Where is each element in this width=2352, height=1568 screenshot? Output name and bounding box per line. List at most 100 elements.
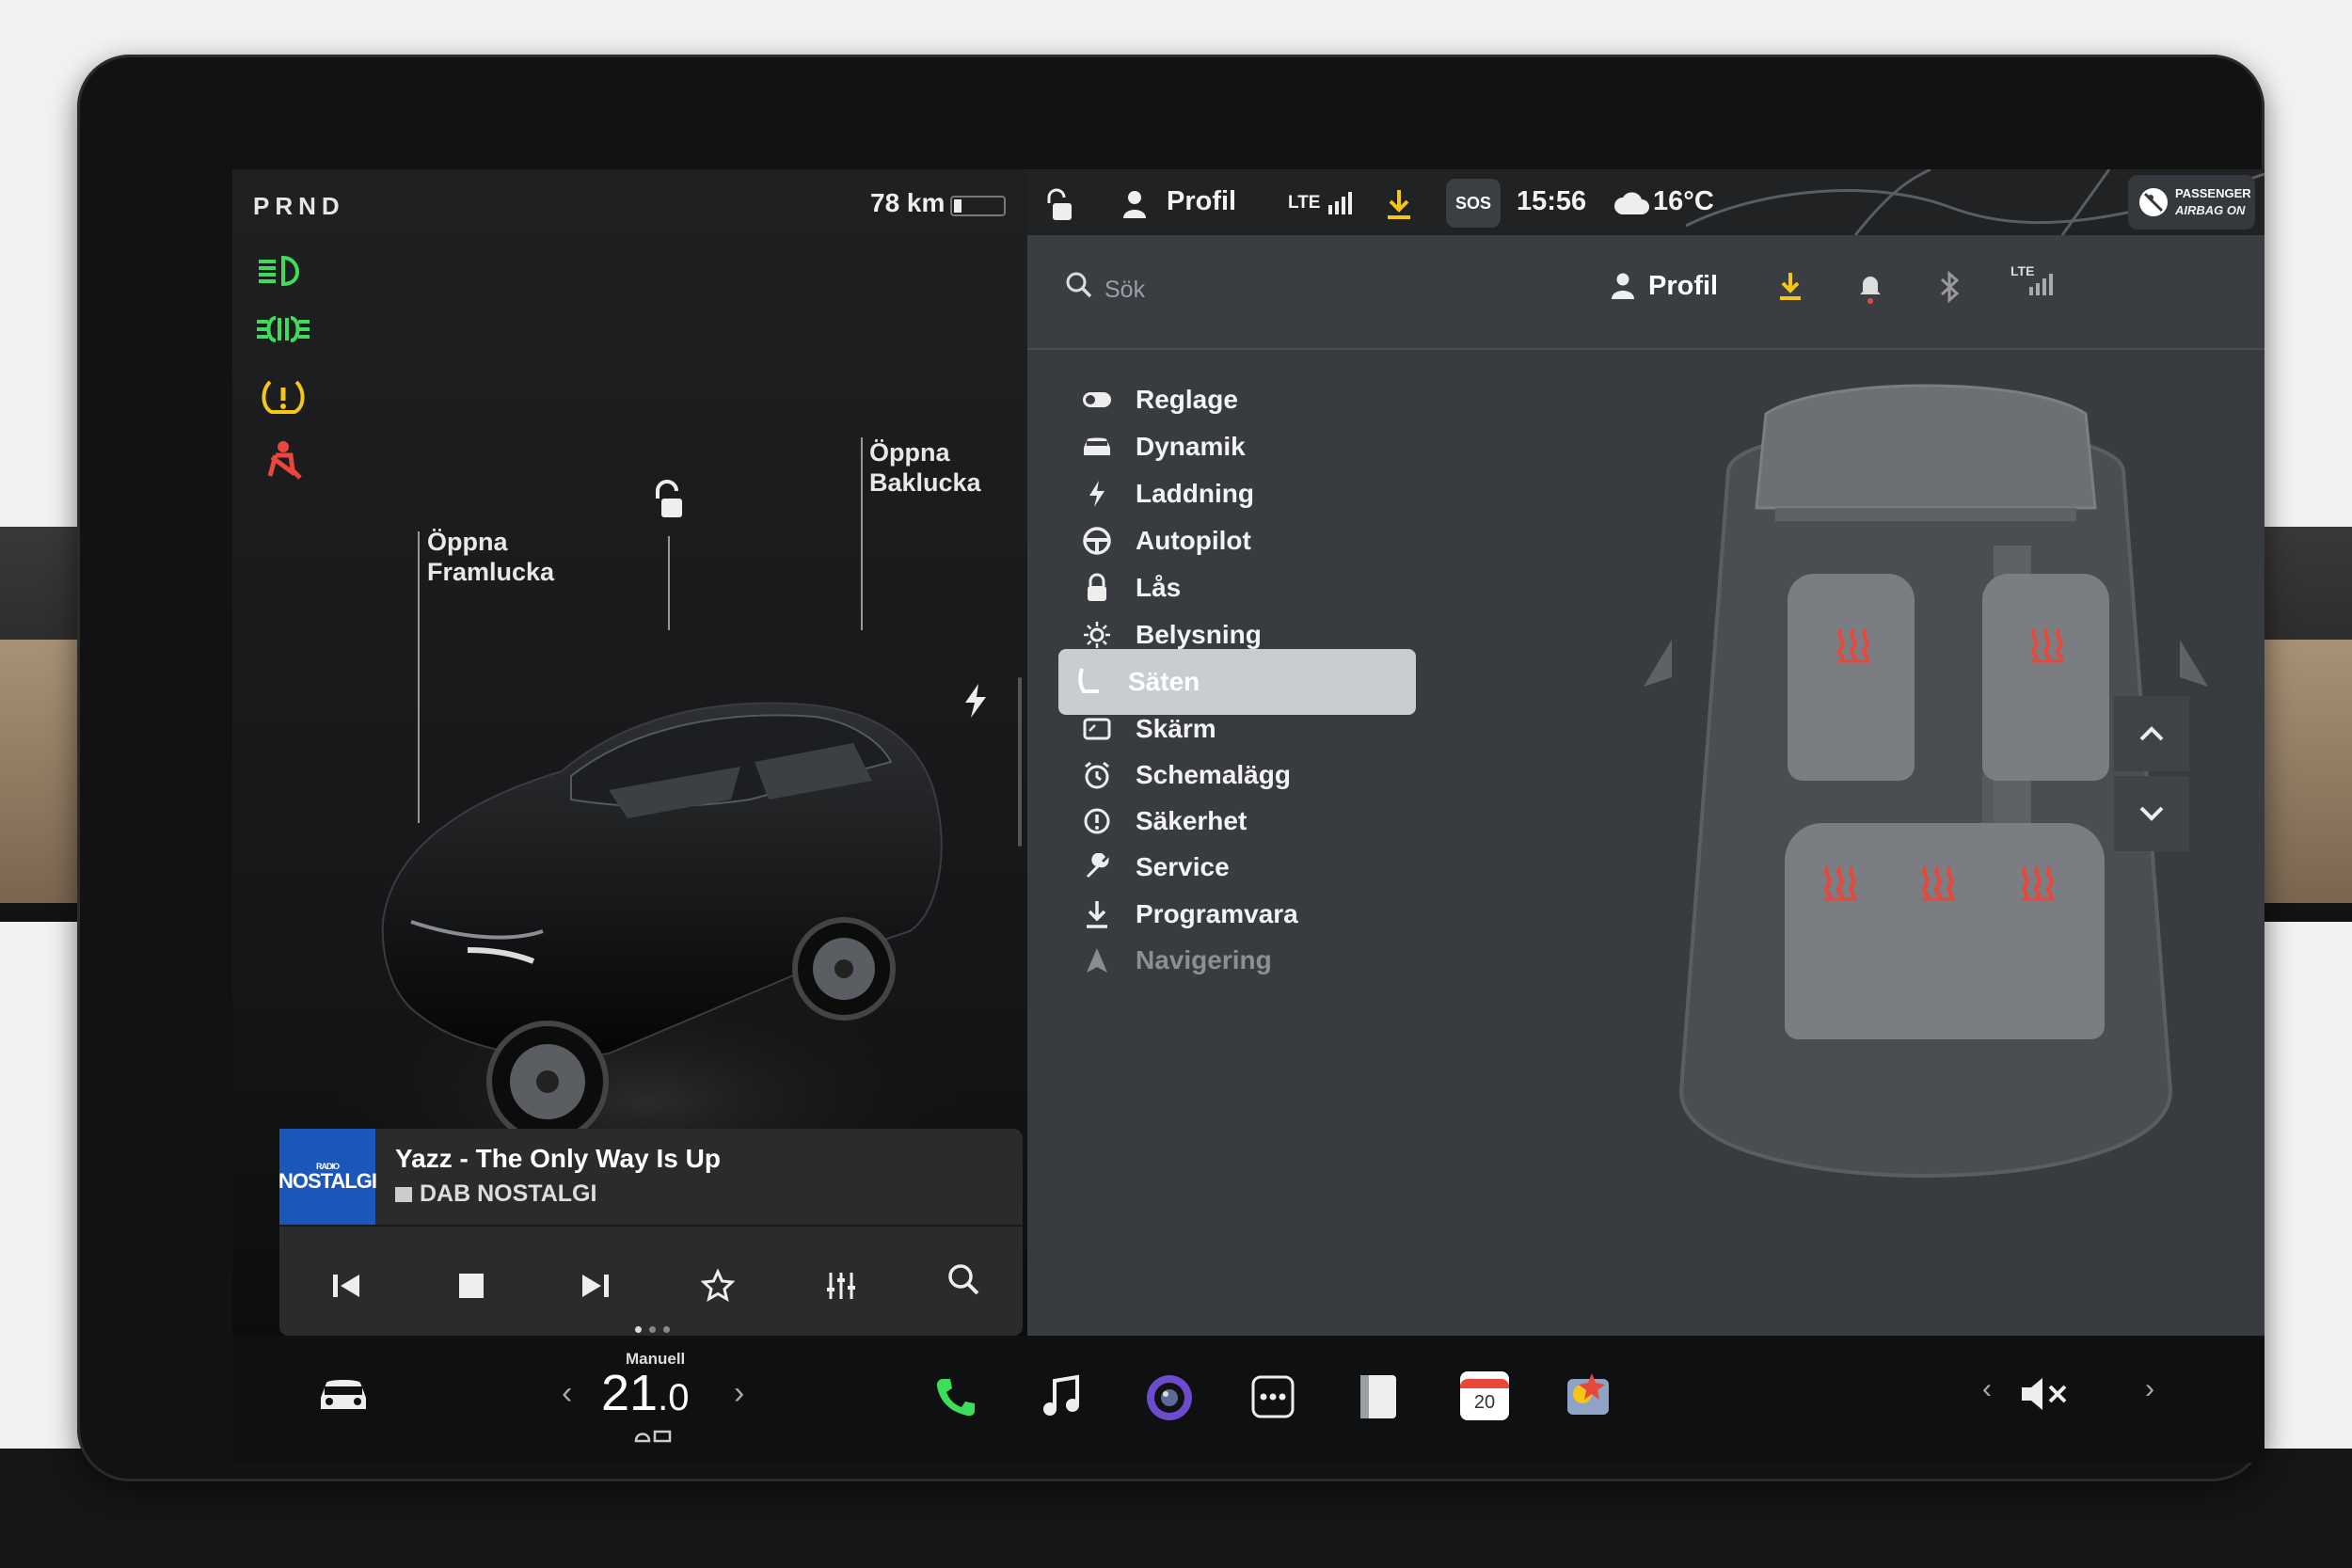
equalizer-icon[interactable]: [820, 1265, 862, 1307]
music-icon[interactable]: [1040, 1373, 1081, 1420]
stop-icon[interactable]: [451, 1265, 492, 1307]
menu-item-label: Service: [1136, 852, 1230, 881]
sos-button[interactable]: SOS: [1446, 179, 1501, 228]
seat-heater-driver-icon[interactable]: [1834, 626, 1873, 668]
lightning-icon: [1079, 476, 1115, 512]
sos-label: SOS: [1454, 193, 1491, 213]
media-player: RADIO NOSTALGI Yazz - The Only Way Is Up…: [278, 1129, 1023, 1336]
unlocked-status-icon[interactable]: [1043, 188, 1075, 227]
camera-icon[interactable]: [1145, 1373, 1194, 1422]
car-icon: [1079, 429, 1115, 465]
lock-icon: [1079, 570, 1115, 606]
menu-item-navigering[interactable]: Navigering: [1079, 927, 1437, 993]
defrost-icon[interactable]: [634, 1428, 672, 1451]
chevron-down-icon: [2139, 806, 2164, 821]
menu-item-label: Programvara: [1136, 899, 1298, 928]
menu-item-label: Schemalägg: [1136, 760, 1291, 789]
clock: 15:56: [1517, 186, 1587, 216]
menu-item-label: Navigering: [1136, 945, 1272, 974]
mute-icon[interactable]: [2020, 1375, 2069, 1413]
battery-icon: [950, 196, 1006, 216]
volume-down-icon[interactable]: ‹: [1982, 1373, 1992, 1405]
display-bezel: PRND 78 km Öppna Framlucka Öppna Bakluck…: [77, 55, 2265, 1481]
car-status-pane: PRND 78 km Öppna Framlucka Öppna Bakluck…: [232, 169, 1027, 1336]
glovebox-icon[interactable]: [1357, 1373, 1400, 1420]
dab-icon: [395, 1187, 412, 1203]
page-indicator: [635, 1326, 670, 1333]
station-logo: RADIO NOSTALGI: [278, 1129, 377, 1225]
cabin-temperature-decimal: .0: [658, 1377, 690, 1418]
open-frunk-label[interactable]: Öppna Framlucka: [427, 527, 554, 587]
open-frunk-line2: Framlucka: [427, 558, 555, 586]
search-signal-icon: [2029, 273, 2056, 300]
toggle-icon: [1079, 382, 1115, 418]
seat-heater-rear-center-icon[interactable]: [1918, 863, 1958, 906]
signal-icon: [1328, 190, 1357, 219]
scroll-down-button[interactable]: [2114, 776, 2189, 851]
toybox-icon[interactable]: [1564, 1370, 1613, 1418]
menu-item-label: Autopilot: [1136, 526, 1251, 555]
car-controls-icon[interactable]: [315, 1373, 372, 1415]
sun-icon: [1079, 617, 1115, 653]
more-apps-icon[interactable]: [1251, 1375, 1295, 1418]
taskbar: ‹ Manuell 21.0 › 20 ‹ ›: [232, 1336, 2265, 1463]
profile-label[interactable]: Profil: [1167, 186, 1236, 217]
cloud-icon: [1613, 190, 1649, 221]
seat-heater-rear-left-icon[interactable]: [1820, 863, 1860, 906]
volume-up-icon[interactable]: ›: [2145, 1373, 2154, 1405]
previous-icon[interactable]: [326, 1265, 368, 1307]
open-trunk-line2: Baklucka: [869, 468, 981, 497]
menu-item-label: Lås: [1136, 573, 1182, 602]
touchscreen: PRND 78 km Öppna Framlucka Öppna Bakluck…: [232, 169, 2265, 1463]
open-trunk-label[interactable]: Öppna Baklucka: [869, 437, 981, 498]
search-profile-icon[interactable]: [1611, 273, 1635, 304]
station-name: DAB NOSTALGI: [395, 1180, 596, 1208]
range-readout: 78 km: [870, 188, 946, 217]
media-search-icon[interactable]: [943, 1259, 984, 1300]
search-profile-label[interactable]: Profil: [1648, 271, 1718, 302]
wrench-icon: [1079, 849, 1115, 885]
menu-item-label: Belysning: [1136, 620, 1262, 649]
pane-resize-handle[interactable]: [1018, 677, 1022, 847]
menu-item-label: Laddning: [1136, 479, 1254, 508]
download-icon[interactable]: [1385, 188, 1413, 225]
bluetooth-icon[interactable]: [1938, 270, 1961, 308]
seat-heater-passenger-icon[interactable]: [2027, 626, 2067, 668]
airbag-line2: AIRBAG ON: [2175, 203, 2246, 217]
temp-increase-icon[interactable]: ›: [734, 1375, 744, 1412]
gear-indicator: PRND: [253, 192, 345, 220]
phone-icon[interactable]: [933, 1375, 977, 1418]
station-name-text: DAB NOSTALGI: [420, 1180, 597, 1207]
seat-driver[interactable]: [1788, 574, 1915, 781]
search-input[interactable]: Sök: [1104, 277, 1145, 304]
cabin-temperature-whole: 21: [601, 1365, 659, 1421]
menu-item-label: Skärm: [1136, 714, 1216, 743]
seat-heater-rear-right-icon[interactable]: [2018, 863, 2058, 906]
airbag-line1: PASSENGER: [2175, 186, 2251, 200]
settings-search-bar: Sök Profil LTE: [1027, 235, 2265, 350]
navigation-icon: [1079, 942, 1115, 978]
calendar-icon[interactable]: 20: [1460, 1371, 1509, 1420]
headlights-icon: [255, 252, 311, 290]
rear-seat-bench: [1785, 823, 2105, 1039]
unlock-icon[interactable]: [646, 480, 688, 526]
search-download-icon[interactable]: [1777, 271, 1804, 306]
seat-passenger[interactable]: [1982, 574, 2109, 781]
notification-bell-icon[interactable]: [1857, 271, 1883, 309]
menu-item-label: Säten: [1128, 667, 1200, 696]
tire-pressure-icon: [255, 378, 311, 416]
settings-menu: Reglage Dynamik Laddning Autopilot Lås Belysn…: [1027, 348, 1441, 1336]
search-icon[interactable]: [1065, 271, 1093, 304]
media-divider: [279, 1225, 1023, 1227]
station-logo-text: NOSTALGI: [278, 1168, 377, 1193]
track-title: Yazz - The Only Way Is Up: [395, 1144, 721, 1173]
next-icon[interactable]: [574, 1265, 615, 1307]
temp-decrease-icon[interactable]: ‹: [562, 1375, 572, 1412]
cabin-temperature[interactable]: 21.0: [601, 1364, 689, 1422]
steering-wheel-icon: [1079, 523, 1115, 559]
profile-icon[interactable]: [1121, 190, 1148, 223]
favorite-icon[interactable]: [697, 1265, 739, 1307]
scroll-up-button[interactable]: [2114, 696, 2189, 771]
parking-lights-icon: [255, 310, 311, 348]
open-frunk-line1: Öppna: [427, 528, 508, 556]
